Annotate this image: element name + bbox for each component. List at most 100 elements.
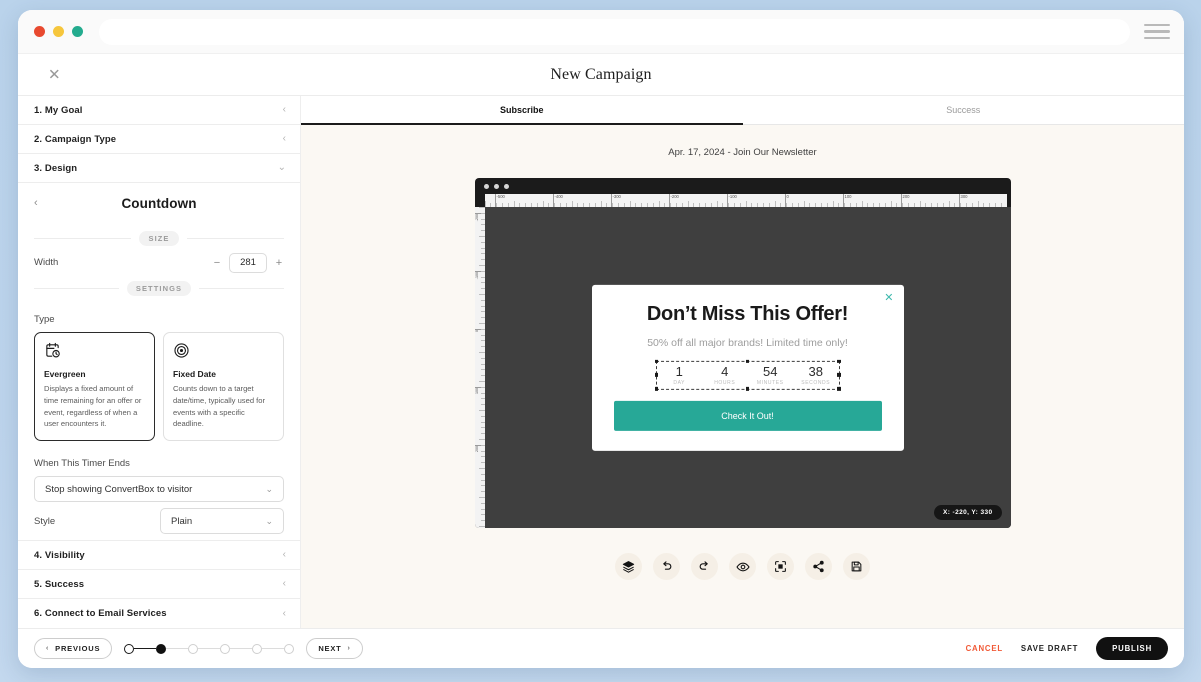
width-increment-button[interactable]: + bbox=[274, 257, 284, 269]
type-option-title: Fixed Date bbox=[173, 369, 216, 380]
type-option-fixed-date[interactable]: Fixed Date Counts down to a target date/… bbox=[163, 332, 284, 442]
style-field-row: Style Plain ⌄ bbox=[18, 502, 300, 541]
page-title: New Campaign bbox=[550, 65, 652, 83]
close-window-icon[interactable] bbox=[34, 26, 45, 37]
sidebar-item-visibility[interactable]: 4. Visibility ‹ bbox=[18, 541, 300, 570]
sidebar-item-label: 4. Visibility bbox=[34, 549, 85, 561]
publish-button[interactable]: PUBLISH bbox=[1096, 637, 1168, 660]
app-header: ✕ New Campaign bbox=[18, 54, 1184, 96]
sidebar-item-success[interactable]: 5. Success ‹ bbox=[18, 570, 300, 599]
chevron-right-icon: › bbox=[347, 645, 351, 652]
chevron-left-icon: ‹ bbox=[282, 104, 286, 115]
canvas-wrap: -200 -100 0 100 200 ✕ Don’t Miss This Offer!… bbox=[474, 207, 1011, 528]
cancel-button[interactable]: CANCEL bbox=[966, 644, 1003, 653]
ruler-tick-label: -100 bbox=[728, 194, 737, 199]
style-value: Plain bbox=[171, 515, 193, 527]
ruler-tick-label: 0 bbox=[786, 194, 789, 199]
app-body: 1. My Goal ‹ 2. Campaign Type ‹ 3. Desig… bbox=[18, 96, 1184, 628]
share-icon[interactable] bbox=[805, 553, 832, 580]
resize-handle-top-center[interactable] bbox=[745, 359, 750, 363]
undo-icon[interactable] bbox=[653, 553, 680, 580]
close-editor-icon[interactable]: ✕ bbox=[48, 67, 61, 82]
timer-ends-select[interactable]: Stop showing ConvertBox to visitor ⌄ bbox=[34, 476, 284, 503]
save-icon[interactable] bbox=[843, 553, 870, 580]
resize-handle-top-left[interactable] bbox=[654, 359, 658, 363]
ruler-tick-major: -200 bbox=[474, 213, 485, 222]
timer-ends-block: When This Timer Ends Stop showing Conver… bbox=[18, 458, 300, 503]
step-connector bbox=[198, 647, 221, 650]
editor-canvas[interactable]: ✕ Don’t Miss This Offer! 50% off all maj… bbox=[484, 207, 1011, 528]
popup-subheadline[interactable]: 50% off all major brands! Limited time o… bbox=[614, 336, 882, 348]
ruler-tick-label: 100 bbox=[844, 194, 852, 199]
sidebar-item-design[interactable]: 3. Design ⌄ bbox=[18, 154, 300, 183]
previous-button[interactable]: ‹ PREVIOUS bbox=[34, 638, 113, 659]
sidebar-item-label: 2. Campaign Type bbox=[34, 133, 117, 145]
tab-subscribe[interactable]: Subscribe bbox=[301, 96, 743, 125]
countdown-label: SECONDS bbox=[801, 379, 831, 386]
type-option-title: Evergreen bbox=[44, 369, 86, 380]
sidebar-item-campaign-type[interactable]: 2. Campaign Type ‹ bbox=[18, 125, 300, 154]
device-dot-icon bbox=[503, 183, 509, 189]
step-dot-6[interactable] bbox=[284, 643, 295, 654]
countdown-unit-seconds: 38 SECONDS bbox=[793, 363, 839, 385]
settings-section-divider: SETTINGS bbox=[34, 281, 284, 297]
ruler-tick-label: 200 bbox=[902, 194, 910, 199]
ruler-tick-label: 200 bbox=[474, 446, 479, 452]
ruler-tick-label: -300 bbox=[612, 194, 621, 199]
panel-back-icon[interactable]: ‹ bbox=[34, 197, 38, 209]
popup-headline[interactable]: Don’t Miss This Offer! bbox=[614, 302, 882, 325]
save-draft-button[interactable]: SAVE DRAFT bbox=[1021, 644, 1078, 653]
address-bar[interactable] bbox=[99, 18, 1130, 45]
type-option-group: Evergreen Displays a fixed amount of tim… bbox=[34, 332, 284, 442]
sidebar-item-my-goal[interactable]: 1. My Goal ‹ bbox=[18, 96, 300, 125]
horizontal-ruler[interactable]: -500 -400 -300 -200 -100 0 100 200 300 bbox=[484, 194, 1007, 207]
step-dot-3[interactable] bbox=[188, 643, 199, 654]
step-dot-4[interactable] bbox=[220, 643, 231, 654]
popup-cta-button[interactable]: Check It Out! bbox=[613, 400, 882, 431]
tab-success[interactable]: Success bbox=[743, 96, 1185, 124]
width-decrement-button[interactable]: − bbox=[212, 257, 222, 269]
step-dot-5[interactable] bbox=[252, 643, 263, 654]
tab-label: Success bbox=[946, 105, 981, 115]
size-section-divider: SIZE bbox=[34, 231, 285, 246]
vertical-ruler[interactable]: -200 -100 0 100 200 bbox=[474, 207, 485, 528]
width-input[interactable]: 281 bbox=[229, 252, 267, 273]
sidebar-item-label: 5. Success bbox=[34, 578, 85, 590]
layers-icon[interactable] bbox=[615, 553, 642, 580]
resize-handle-top-right[interactable] bbox=[837, 359, 841, 363]
popup-close-icon[interactable]: ✕ bbox=[884, 292, 893, 303]
countdown-label: MINUTES bbox=[756, 379, 784, 386]
popup-preview[interactable]: ✕ Don’t Miss This Offer! 50% off all maj… bbox=[591, 284, 904, 451]
browser-window: ✕ New Campaign 1. My Goal ‹ 2. Campaign … bbox=[18, 10, 1184, 668]
fit-to-screen-icon[interactable] bbox=[767, 553, 794, 580]
resize-handle-bottom-left[interactable] bbox=[654, 387, 658, 391]
resize-handle-middle-right[interactable] bbox=[837, 373, 841, 377]
countdown-value: 38 bbox=[808, 363, 823, 379]
eye-preview-icon[interactable] bbox=[729, 553, 756, 580]
step-dot-1[interactable] bbox=[124, 643, 135, 654]
ruler-tick-label: 100 bbox=[474, 388, 479, 394]
resize-handle-bottom-center[interactable] bbox=[745, 387, 750, 391]
main-panel: Subscribe Success Apr. 17, 2024 - Join O… bbox=[301, 96, 1184, 628]
maximize-window-icon[interactable] bbox=[72, 26, 83, 37]
chevron-left-icon: ‹ bbox=[46, 645, 50, 652]
hamburger-menu-icon[interactable] bbox=[1144, 22, 1170, 42]
step-connector bbox=[166, 647, 189, 650]
resize-handle-bottom-right[interactable] bbox=[837, 387, 841, 391]
coordinate-badge: X: -220, Y: 330 bbox=[934, 505, 1002, 520]
sidebar-item-connect-email[interactable]: 6. Connect to Email Services ‹ bbox=[18, 599, 300, 628]
ruler-tick-major: 100 bbox=[474, 387, 485, 395]
ruler-tick-label: -100 bbox=[474, 272, 479, 280]
style-select[interactable]: Plain ⌄ bbox=[160, 508, 284, 535]
type-option-evergreen[interactable]: Evergreen Displays a fixed amount of tim… bbox=[34, 332, 155, 442]
redo-icon[interactable] bbox=[691, 553, 718, 580]
countdown-widget-selected[interactable]: 1 DAY 4 HOURS 54 MINUTES 38 SECONDS bbox=[654, 359, 841, 391]
step-dot-2[interactable] bbox=[156, 643, 167, 654]
next-button[interactable]: NEXT › bbox=[306, 638, 363, 659]
minimize-window-icon[interactable] bbox=[53, 26, 64, 37]
step-connector bbox=[134, 647, 157, 650]
panel-title: Countdown bbox=[121, 195, 197, 211]
timer-ends-value: Stop showing ConvertBox to visitor bbox=[45, 483, 193, 495]
resize-handle-middle-left[interactable] bbox=[654, 373, 658, 377]
countdown-label: DAY bbox=[673, 379, 686, 386]
